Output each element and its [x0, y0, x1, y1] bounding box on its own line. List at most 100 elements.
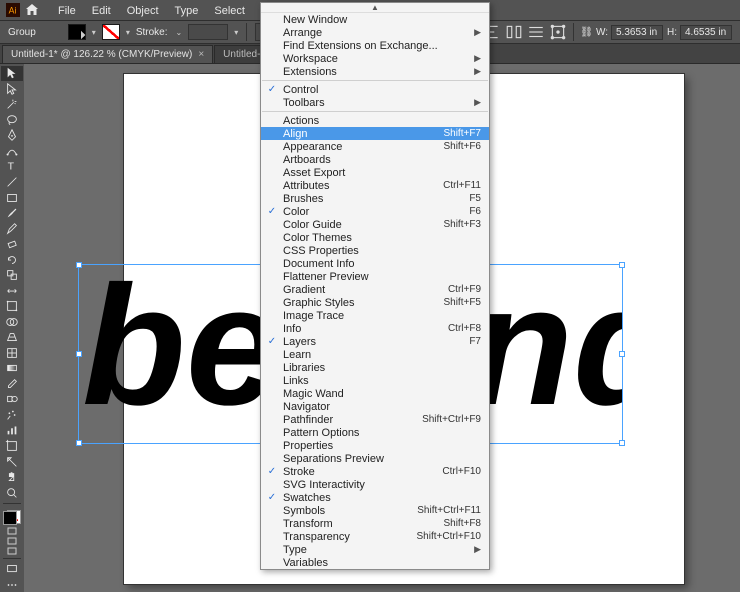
menu-item-swatches[interactable]: ✓Swatches	[261, 491, 489, 504]
zoom-tool[interactable]	[1, 485, 23, 500]
slice-tool[interactable]	[1, 454, 23, 469]
menu-item-color-themes[interactable]: Color Themes	[261, 231, 489, 244]
menu-item-find-extensions-on-exchange-[interactable]: Find Extensions on Exchange...	[261, 39, 489, 52]
eraser-tool[interactable]	[1, 237, 23, 252]
pencil-tool[interactable]	[1, 221, 23, 236]
menu-item-extensions[interactable]: Extensions▶	[261, 65, 489, 78]
menu-item-control[interactable]: ✓Control	[261, 83, 489, 96]
menu-item-symbols[interactable]: SymbolsShift+Ctrl+F11	[261, 504, 489, 517]
handle-mid-right[interactable]	[619, 351, 625, 357]
document-tab[interactable]: Untitled-1* @ 126.22 % (CMYK/Preview)×	[2, 45, 213, 63]
lasso-tool[interactable]	[1, 113, 23, 128]
menu-item-align[interactable]: AlignShift+F7	[261, 127, 489, 140]
menu-item-graphic-styles[interactable]: Graphic StylesShift+F5	[261, 296, 489, 309]
menu-item-asset-export[interactable]: Asset Export	[261, 166, 489, 179]
menu-item-magic-wand[interactable]: Magic Wand	[261, 387, 489, 400]
stroke-weight-field[interactable]	[188, 24, 228, 40]
close-icon[interactable]: ×	[198, 49, 204, 60]
direct-selection-tool[interactable]	[1, 82, 23, 97]
graph-tool[interactable]	[1, 423, 23, 438]
stroke-weight-menu-icon[interactable]: ▾	[234, 28, 238, 37]
height-field[interactable]: 4.6535 in	[680, 25, 732, 40]
menu-item-color-guide[interactable]: Color GuideShift+F3	[261, 218, 489, 231]
draw-behind-icon[interactable]	[1, 537, 23, 546]
link-wh-icon[interactable]: ⛓	[580, 27, 593, 38]
perspective-tool[interactable]	[1, 330, 23, 345]
menu-item-learn[interactable]: Learn	[261, 348, 489, 361]
stroke-weight-down-icon[interactable]: ⌄	[176, 28, 183, 37]
menu-file[interactable]: File	[50, 2, 84, 20]
menu-edit[interactable]: Edit	[84, 2, 119, 20]
paintbrush-tool[interactable]	[1, 206, 23, 221]
width-tool[interactable]	[1, 283, 23, 298]
menu-item-pathfinder[interactable]: PathfinderShift+Ctrl+F9	[261, 413, 489, 426]
handle-bottom-left[interactable]	[76, 440, 82, 446]
menu-item-separations-preview[interactable]: Separations Preview	[261, 452, 489, 465]
shape-builder-tool[interactable]	[1, 315, 23, 330]
align-more-icon[interactable]	[527, 23, 545, 41]
free-transform-tool[interactable]	[1, 299, 23, 314]
blend-tool[interactable]	[1, 392, 23, 407]
menu-item-image-trace[interactable]: Image Trace	[261, 309, 489, 322]
type-tool[interactable]: T	[1, 159, 23, 174]
menu-item-appearance[interactable]: AppearanceShift+F6	[261, 140, 489, 153]
screen-mode-icon[interactable]	[1, 562, 23, 577]
menu-item-svg-interactivity[interactable]: SVG Interactivity	[261, 478, 489, 491]
mesh-tool[interactable]	[1, 346, 23, 361]
width-field[interactable]: 5.3653 in	[611, 25, 663, 40]
menu-item-transform[interactable]: TransformShift+F8	[261, 517, 489, 530]
menu-select[interactable]: Select	[206, 2, 253, 20]
menu-item-transparency[interactable]: TransparencyShift+Ctrl+F10	[261, 530, 489, 543]
eyedropper-tool[interactable]	[1, 377, 23, 392]
menu-item-navigator[interactable]: Navigator	[261, 400, 489, 413]
menu-item-new-window[interactable]: New Window	[261, 13, 489, 26]
handle-bottom-right[interactable]	[619, 440, 625, 446]
menu-item-info[interactable]: InfoCtrl+F8	[261, 322, 489, 335]
menu-item-workspace[interactable]: Workspace▶	[261, 52, 489, 65]
menu-item-stroke[interactable]: ✓StrokeCtrl+F10	[261, 465, 489, 478]
rectangle-tool[interactable]	[1, 190, 23, 205]
handle-top-left[interactable]	[76, 262, 82, 268]
menu-type[interactable]: Type	[167, 2, 207, 20]
menu-item-toolbars[interactable]: Toolbars▶	[261, 96, 489, 109]
menu-item-css-properties[interactable]: CSS Properties	[261, 244, 489, 257]
selection-tool[interactable]	[1, 66, 23, 81]
gradient-tool[interactable]	[1, 361, 23, 376]
artboard-tool[interactable]	[1, 439, 23, 454]
draw-normal-icon[interactable]	[1, 527, 23, 536]
fill-stroke-control[interactable]	[1, 509, 23, 526]
fill-chip[interactable]	[3, 511, 17, 525]
draw-inside-icon[interactable]	[1, 546, 23, 555]
stroke-dropdown-icon[interactable]: ▾	[126, 28, 130, 37]
menu-object[interactable]: Object	[119, 2, 167, 20]
stroke-swatch[interactable]	[102, 24, 120, 40]
menu-item-pattern-options[interactable]: Pattern Options	[261, 426, 489, 439]
menu-item-document-info[interactable]: Document Info	[261, 257, 489, 270]
menu-item-arrange[interactable]: Arrange▶	[261, 26, 489, 39]
distribute-icon[interactable]	[505, 23, 523, 41]
menu-item-layers[interactable]: ✓LayersF7	[261, 335, 489, 348]
line-tool[interactable]	[1, 175, 23, 190]
menu-item-color[interactable]: ✓ColorF6	[261, 205, 489, 218]
pen-tool[interactable]	[1, 128, 23, 143]
menu-item-libraries[interactable]: Libraries	[261, 361, 489, 374]
curvature-tool[interactable]	[1, 144, 23, 159]
edit-toolbar-icon[interactable]	[1, 577, 23, 592]
home-icon[interactable]	[24, 2, 40, 18]
scroll-up-icon[interactable]: ▲	[261, 3, 489, 13]
menu-item-type[interactable]: Type▶	[261, 543, 489, 556]
transform-reference-icon[interactable]	[549, 23, 567, 41]
menu-item-flattener-preview[interactable]: Flattener Preview	[261, 270, 489, 283]
symbol-sprayer-tool[interactable]	[1, 408, 23, 423]
menu-item-brushes[interactable]: BrushesF5	[261, 192, 489, 205]
menu-item-artboards[interactable]: Artboards	[261, 153, 489, 166]
rotate-tool[interactable]	[1, 252, 23, 267]
menu-item-actions[interactable]: Actions	[261, 114, 489, 127]
menu-item-gradient[interactable]: GradientCtrl+F9	[261, 283, 489, 296]
handle-top-right[interactable]	[619, 262, 625, 268]
menu-item-properties[interactable]: Properties	[261, 439, 489, 452]
menu-item-attributes[interactable]: AttributesCtrl+F11	[261, 179, 489, 192]
menu-item-variables[interactable]: Variables	[261, 556, 489, 569]
hand-tool[interactable]	[1, 470, 23, 485]
handle-mid-left[interactable]	[76, 351, 82, 357]
